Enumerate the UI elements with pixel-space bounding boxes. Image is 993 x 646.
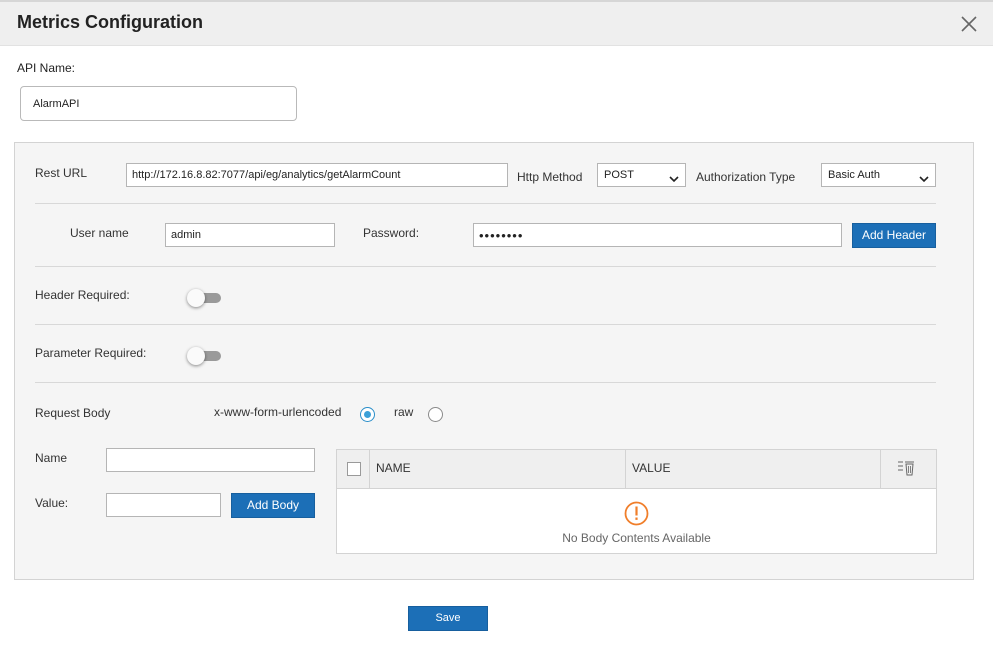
http-method-label: Http Method	[517, 170, 583, 184]
raw-radio[interactable]	[428, 407, 443, 422]
parameter-required-label: Parameter Required:	[35, 346, 147, 360]
chevron-down-icon	[669, 170, 679, 183]
body-name-label: Name	[35, 451, 68, 465]
column-value-label: VALUE	[632, 461, 671, 475]
form-urlencoded-label: x-www-form-urlencoded	[214, 405, 342, 419]
header-required-toggle[interactable]	[187, 289, 223, 307]
header-required-label: Header Required:	[35, 288, 130, 302]
request-body-label: Request Body	[35, 406, 111, 420]
toggle-knob	[187, 289, 205, 307]
divider	[35, 382, 936, 383]
table-header: NAME VALUE	[337, 450, 936, 489]
add-header-button[interactable]: Add Header	[852, 223, 936, 248]
divider	[35, 266, 936, 267]
authorization-type-select[interactable]: Basic Auth	[821, 163, 936, 187]
body-value-label: Value:	[35, 496, 69, 510]
configuration-panel: Rest URL Http Method POST Authorization …	[14, 142, 974, 580]
close-icon[interactable]	[959, 14, 979, 34]
http-method-select[interactable]: POST	[597, 163, 686, 187]
parameter-required-toggle[interactable]	[187, 347, 223, 365]
empty-table-message: No Body Contents Available	[562, 531, 711, 545]
delete-all-icon[interactable]	[897, 460, 915, 476]
body-name-input[interactable]	[106, 448, 315, 472]
dialog-title: Metrics Configuration	[17, 12, 204, 32]
authorization-type-label: Authorization Type	[696, 170, 796, 184]
dialog-header: Metrics Configuration	[0, 0, 993, 46]
rest-url-input[interactable]	[126, 163, 508, 187]
http-method-value: POST	[604, 169, 634, 181]
body-value-input[interactable]	[106, 493, 221, 517]
column-name[interactable]: NAME	[370, 450, 626, 489]
divider	[35, 203, 936, 204]
username-input[interactable]	[165, 223, 335, 247]
username-label: User name	[70, 226, 129, 240]
column-value[interactable]: VALUE	[626, 450, 881, 489]
divider	[35, 324, 936, 325]
save-button[interactable]: Save	[408, 606, 488, 631]
form-urlencoded-radio[interactable]	[360, 407, 375, 422]
api-name-label: API Name:	[17, 61, 76, 75]
rest-url-label: Rest URL	[35, 166, 88, 180]
password-label: Password:	[363, 226, 420, 240]
raw-label: raw	[394, 405, 414, 419]
select-all-cell	[337, 450, 370, 489]
api-name-input[interactable]	[20, 86, 297, 121]
select-all-checkbox[interactable]	[347, 462, 361, 476]
toggle-knob	[187, 347, 205, 365]
chevron-down-icon	[919, 170, 929, 183]
body-contents-table: NAME VALUE No Body Contents Available	[336, 449, 937, 554]
warning-circle-icon	[624, 501, 649, 526]
add-body-button[interactable]: Add Body	[231, 493, 315, 518]
column-name-label: NAME	[376, 461, 411, 475]
authorization-type-value: Basic Auth	[828, 169, 880, 181]
password-input[interactable]	[473, 223, 842, 247]
